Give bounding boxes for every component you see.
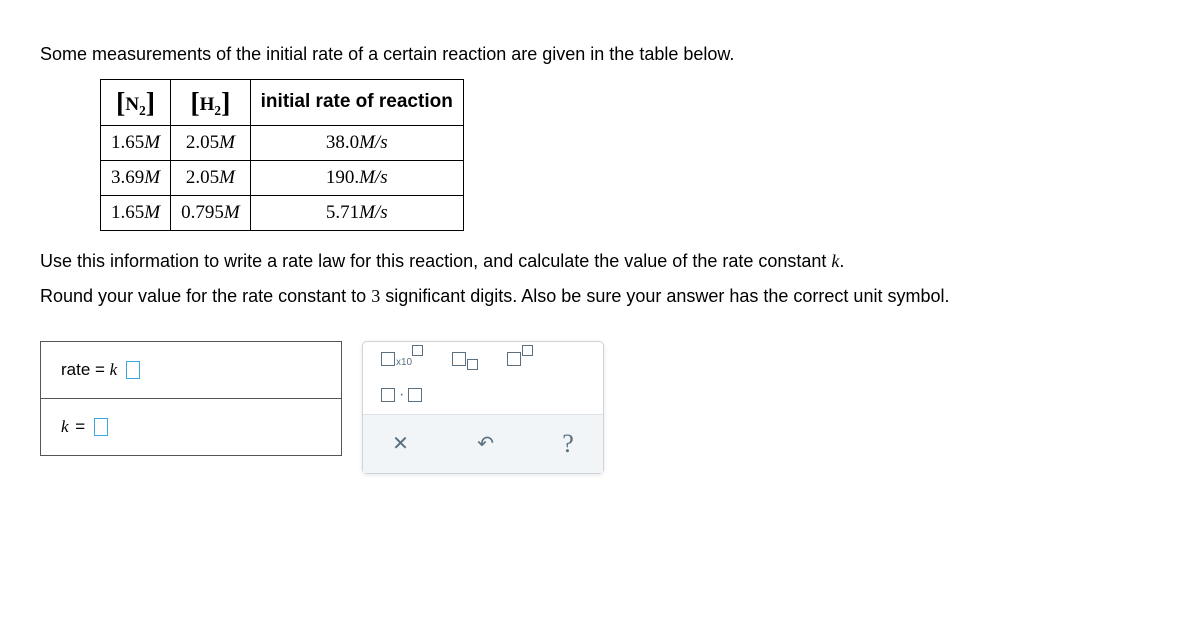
k-value-input-row[interactable]: k = [41,399,341,455]
undo-button[interactable]: ↶ [477,431,494,456]
k-value-input[interactable] [94,418,108,436]
header-rate: initial rate of reaction [250,80,463,126]
header-h2: [H2] [171,80,251,126]
table-row: 1.65M 2.05M 38.0M/s [101,125,464,160]
reaction-data-table: [N2] [H2] initial rate of reaction 1.65M… [100,79,464,231]
rate-law-input[interactable] [126,361,140,379]
instruction-rounding: Round your value for the rate constant t… [40,286,1160,307]
multiply-button[interactable]: · [381,386,422,404]
instruction-rate-law: Use this information to write a rate law… [40,251,1160,272]
equals-label: = [75,417,90,436]
superscript-button[interactable] [507,352,532,366]
table-header-row: [N2] [H2] initial rate of reaction [101,80,464,126]
sci-notation-button[interactable]: x10 [381,352,422,366]
help-button[interactable]: ? [562,429,574,459]
answer-box: rate = k k = [40,341,342,456]
rate-law-label: rate = [61,360,110,379]
table-row: 1.65M 0.795M 5.71M/s [101,195,464,230]
k-symbol: k [61,417,69,436]
subscript-button[interactable] [452,352,477,366]
intro-text: Some measurements of the initial rate of… [40,44,1160,65]
header-n2: [N2] [101,80,171,126]
table-row: 3.69M 2.05M 190.M/s [101,160,464,195]
clear-button[interactable]: ✕ [392,431,409,456]
equation-tool-panel: x10 · ✕ ↶ ? [362,341,604,474]
rate-constant-symbol: k [110,360,118,379]
rate-law-input-row[interactable]: rate = k [41,342,341,399]
